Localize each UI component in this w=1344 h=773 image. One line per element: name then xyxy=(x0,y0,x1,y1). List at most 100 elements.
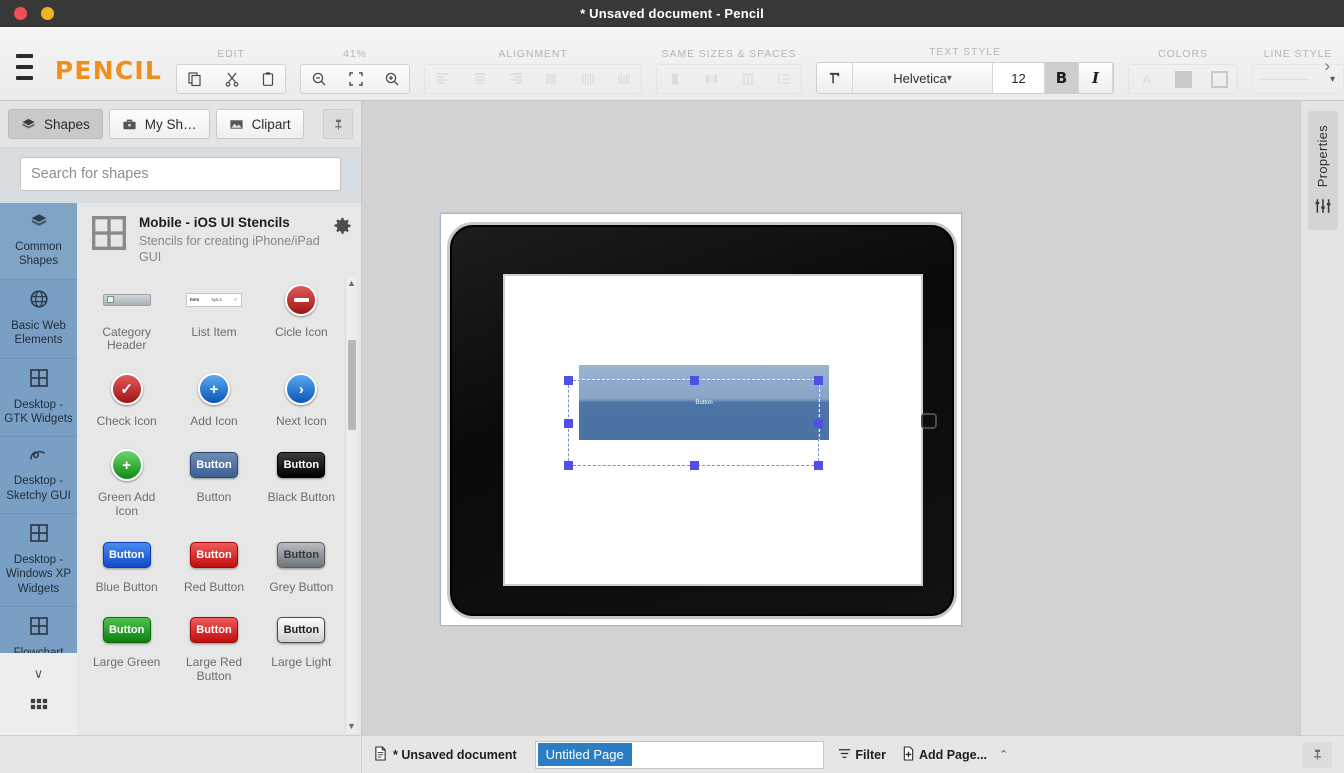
shape-item-large-green[interactable]: Button Large Green xyxy=(83,602,170,692)
shape-item-button[interactable]: Button Button xyxy=(170,437,257,527)
category-label: Desktop - GTK Widgets xyxy=(4,398,73,425)
distribute-right-button[interactable] xyxy=(605,65,641,93)
pin-status-bar-button[interactable] xyxy=(1302,741,1332,768)
page-strip-collapse-button[interactable]: ⌃ xyxy=(995,748,1018,761)
shape-label: Blue Button xyxy=(95,579,158,594)
shape-item-red-button[interactable]: Button Red Button xyxy=(170,527,257,603)
shape-item-list-item[interactable]: Item sys.s ✓ List Item xyxy=(170,272,257,362)
align-right-icon xyxy=(509,73,522,84)
copy-button[interactable] xyxy=(177,65,213,93)
shape-grid-scrollbar[interactable]: ▲ ▼ xyxy=(345,277,357,733)
circle-plus-blue-preview: + xyxy=(197,365,230,413)
shape-item-check-icon[interactable]: ✓ Check Icon xyxy=(83,361,170,437)
button-red-preview: Button xyxy=(189,531,238,579)
category-list: Common Shapes Basic Web Elements Desktop… xyxy=(0,203,77,653)
ipad-home-button-icon xyxy=(921,412,937,429)
shape-label: Grey Button xyxy=(269,579,334,594)
canvas-area[interactable]: Button xyxy=(362,101,1300,735)
text-tool-button[interactable] xyxy=(817,63,853,93)
zoom-level-label: 41% xyxy=(343,48,367,60)
same-spacing-button[interactable] xyxy=(765,65,801,93)
filter-button[interactable]: Filter xyxy=(830,747,894,763)
sidebar-item-basic-web-elements[interactable]: Basic Web Elements xyxy=(0,279,77,359)
sidebar-item-desktop-sketchy-gui[interactable]: Desktop - Sketchy GUI xyxy=(0,437,77,514)
page-strip[interactable]: Untitled Page xyxy=(534,740,825,769)
align-right-button[interactable] xyxy=(497,65,533,93)
cut-button[interactable] xyxy=(213,65,249,93)
shape-item-grey-button[interactable]: Button Grey Button xyxy=(258,527,345,603)
scroll-up-arrow-icon[interactable]: ▲ xyxy=(347,278,356,288)
zoom-fit-button[interactable] xyxy=(337,65,373,93)
scroll-down-arrow-icon[interactable]: ▼ xyxy=(347,721,356,731)
tab-clipart[interactable]: Clipart xyxy=(215,109,304,139)
search-input[interactable] xyxy=(20,157,341,191)
tab-shapes-label: Shapes xyxy=(44,116,90,132)
list-item-preview: Item sys.s ✓ xyxy=(185,276,242,324)
tab-shapes[interactable]: Shapes xyxy=(8,109,103,139)
add-page-button[interactable]: Add Page... xyxy=(894,745,995,764)
font-family-select[interactable]: Helvetica ▾ xyxy=(853,63,993,93)
zoom-out-button[interactable] xyxy=(301,65,337,93)
all-collections-button[interactable] xyxy=(29,697,49,722)
distribute-center-button[interactable] xyxy=(569,65,605,93)
fill-color-button[interactable] xyxy=(1165,65,1201,93)
shape-item-category-header[interactable]: Category Header xyxy=(83,272,170,362)
shape-item-large-red-button[interactable]: Button Large Red Button xyxy=(170,602,257,692)
scissors-icon xyxy=(225,72,238,87)
bold-button[interactable]: B xyxy=(1045,63,1079,93)
category-more-button[interactable]: ∨ xyxy=(34,666,44,682)
shape-item-blue-button[interactable]: Button Blue Button xyxy=(83,527,170,603)
document-name-area[interactable]: * Unsaved document xyxy=(362,745,529,764)
align-left-button[interactable] xyxy=(425,65,461,93)
button-large-green-preview: Button xyxy=(102,606,151,654)
shape-item-black-button[interactable]: Button Black Button xyxy=(258,437,345,527)
text-color-button[interactable]: A xyxy=(1129,65,1165,93)
same-size-button[interactable] xyxy=(657,65,693,93)
sidebar-item-common-shapes[interactable]: Common Shapes xyxy=(0,203,77,280)
same-height-button[interactable] xyxy=(729,65,765,93)
shape-item-green-add-icon[interactable]: + Green Add Icon xyxy=(83,437,170,527)
tab-my-shapes[interactable]: My Sh… xyxy=(108,109,210,139)
paste-button[interactable] xyxy=(249,65,285,93)
shape-item-next-icon[interactable]: › Next Icon xyxy=(258,361,345,437)
gear-icon[interactable] xyxy=(334,217,351,239)
text-color-icon: A xyxy=(1142,71,1152,87)
sidebar-item-desktop-gtk-widgets[interactable]: Desktop - GTK Widgets xyxy=(0,358,77,438)
align-center-button[interactable] xyxy=(461,65,497,93)
pin-panel-button[interactable] xyxy=(323,109,353,139)
shape-item-large-light[interactable]: Button Large Light xyxy=(258,602,345,692)
bold-label: B xyxy=(1055,69,1068,87)
properties-panel-toggle[interactable]: Properties xyxy=(1307,111,1338,231)
document-page[interactable]: Button xyxy=(440,213,962,626)
toolbar-group-edit: EDIT xyxy=(176,48,286,94)
same-width-icon xyxy=(705,75,717,83)
ipad-screen: Button xyxy=(503,274,923,586)
stroke-color-button[interactable] xyxy=(1201,65,1237,93)
same-width-button[interactable] xyxy=(693,65,729,93)
distribute-right-icon xyxy=(617,73,630,84)
sidebar-item-desktop-windows-xp-widgets[interactable]: Desktop - Windows XP Widgets xyxy=(0,514,77,608)
menu-button[interactable] xyxy=(16,54,33,80)
zoom-in-button[interactable] xyxy=(373,65,409,93)
shape-item-add-icon[interactable]: + Add Icon xyxy=(170,361,257,437)
distribute-left-button[interactable] xyxy=(533,65,569,93)
page-tab-untitled-page[interactable]: Untitled Page xyxy=(537,743,632,766)
stencil-collection: Mobile - iOS UI Stencils Stencils for cr… xyxy=(77,203,361,735)
font-size-input[interactable]: 12 xyxy=(993,63,1045,93)
italic-button[interactable]: I xyxy=(1079,63,1113,93)
button-preview-label: Button xyxy=(189,617,238,644)
sidebar-item-flowchart[interactable]: Flowchart xyxy=(0,607,77,653)
scrollbar-thumb[interactable] xyxy=(348,339,356,430)
button-grey-preview: Button xyxy=(277,531,326,579)
shape-label: Button xyxy=(196,490,232,505)
shape-item-cicle-icon[interactable]: Cicle Icon xyxy=(258,272,345,362)
canvas-button-shape[interactable]: Button xyxy=(579,365,829,440)
minimize-window-button[interactable] xyxy=(41,7,54,20)
toolbar-overflow-button[interactable]: › xyxy=(1318,52,1336,80)
line-preview-icon xyxy=(1261,78,1309,80)
close-window-button[interactable] xyxy=(14,7,27,20)
shape-label: List Item xyxy=(191,324,237,339)
pin-icon xyxy=(334,119,342,130)
button-slate-preview: Button xyxy=(189,441,238,489)
font-size-value: 12 xyxy=(1011,70,1026,86)
